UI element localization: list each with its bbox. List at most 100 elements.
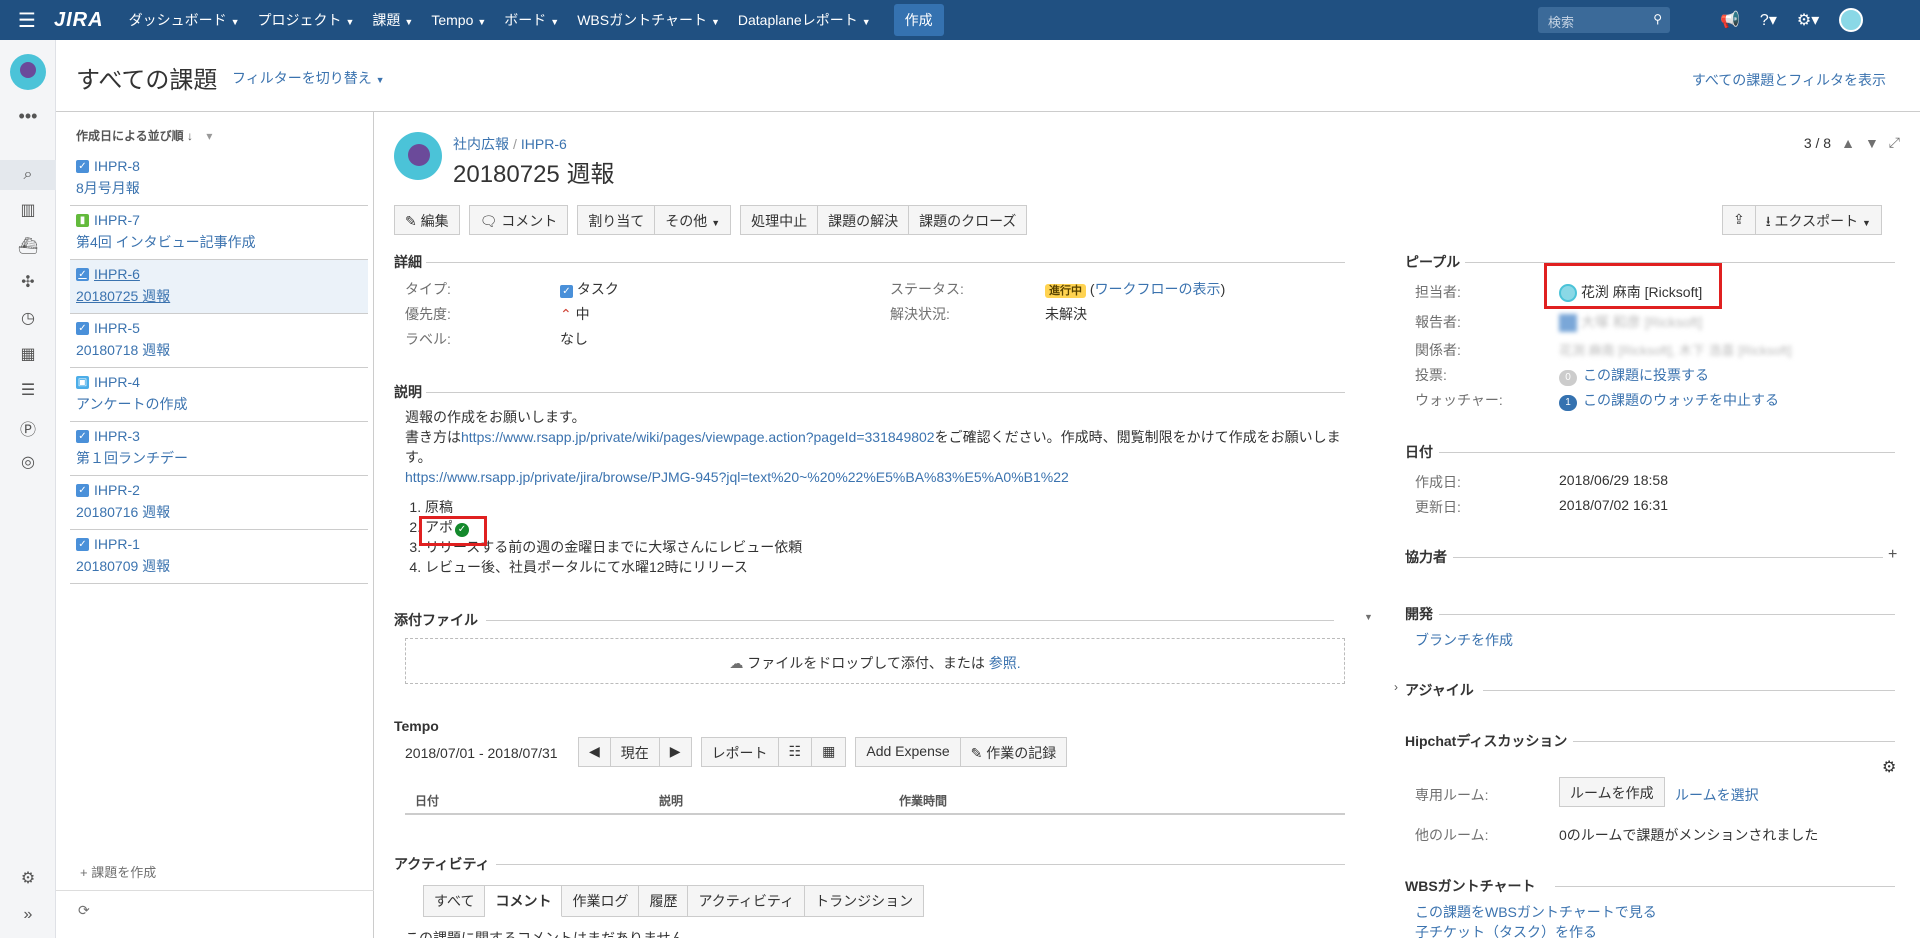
vote-link[interactable]: この課題に投票する [1583, 367, 1709, 383]
issue-title[interactable]: 20180725 週報 [453, 154, 614, 189]
dates-heading[interactable]: 日付 [1405, 442, 1433, 462]
agile-heading[interactable]: アジャイル [1405, 680, 1474, 700]
wiki-link[interactable]: https://www.rsapp.jp/private/wiki/pages/… [461, 429, 935, 445]
tab-comments[interactable]: コメント [485, 885, 563, 917]
development-heading[interactable]: 開発 [1405, 604, 1433, 624]
chevron-down-icon[interactable]: ▾ [206, 129, 212, 143]
menu-dashboard[interactable]: ダッシュボード ▼ [120, 10, 249, 30]
list-item[interactable]: ▮ IHPR-7 第4回 インタビュー記事作成 [70, 206, 368, 260]
wbs-view-link[interactable]: この課題をWBSガントチャートで見る [1415, 902, 1657, 922]
description-heading[interactable]: 説明 [394, 382, 422, 402]
collaborators-heading[interactable]: 協力者 [1405, 547, 1447, 567]
list-item[interactable]: ✓ IHPR-8 8月号月報 [70, 152, 368, 206]
next-issue-icon[interactable]: ▼ [1865, 135, 1879, 151]
settings-ring-icon[interactable]: ◎ [0, 452, 56, 472]
create-room-button[interactable]: ルームを作成 [1559, 777, 1665, 807]
description-body[interactable]: 週報の作成をお願いします。 書き方はhttps://www.rsapp.jp/p… [405, 407, 1345, 577]
file-dropzone[interactable]: ☁ ファイルをドロップして添付、または 参照. [405, 638, 1345, 684]
switch-filter-link[interactable]: フィルターを切り替え ▼ [232, 68, 385, 88]
menu-dataplane[interactable]: Dataplaneレポート ▼ [729, 10, 880, 30]
tab-all[interactable]: すべて [423, 885, 486, 917]
list-item-selected[interactable]: ✓ IHPR-6 20180725 週報 [70, 260, 368, 314]
menu-wbs-gantt[interactable]: WBSガントチャート ▼ [568, 10, 729, 30]
details-heading[interactable]: 詳細 [394, 252, 422, 272]
stop-progress-button[interactable]: 処理中止 [740, 205, 819, 235]
megaphone-icon[interactable]: 📢 [1720, 10, 1740, 30]
user-avatar[interactable] [1839, 8, 1864, 32]
wbs-create-subtask-link[interactable]: 子チケット（タスク）を作る [1415, 922, 1597, 938]
jira-logo[interactable]: JIRA [54, 9, 104, 32]
list-item[interactable]: ✓ IHPR-5 20180718 週報 [70, 314, 368, 368]
current-period-button[interactable]: 現在 [610, 737, 660, 767]
chevron-down-icon[interactable]: ▼ [1364, 612, 1373, 622]
components-icon[interactable]: ✣ [0, 272, 56, 292]
log-work-button[interactable]: ✎ 作業の記録 [960, 737, 1068, 767]
grid-view-button[interactable]: ▦ [812, 737, 847, 767]
sort-order-button[interactable]: 作成日による並び順 ↓ ▾ [76, 127, 212, 144]
create-issue-link[interactable]: + 課題を作成 [80, 862, 156, 881]
expand-sidebar-icon[interactable]: » [0, 906, 56, 924]
search-issues-icon[interactable]: ⌕ [0, 160, 56, 190]
list-item[interactable]: ✓ IHPR-1 20180709 週報 [70, 530, 368, 584]
more-button[interactable]: その他 ▼ [655, 205, 732, 235]
breadcrumb-issue-key[interactable]: IHPR-6 [521, 136, 567, 152]
table-icon[interactable]: ▦ [0, 344, 56, 364]
create-button[interactable]: 作成 [893, 4, 944, 36]
report-button[interactable]: レポート [700, 737, 779, 767]
list-icon[interactable]: ☰ [0, 380, 56, 400]
expand-icon[interactable]: ⤢ [1889, 134, 1900, 151]
hipchat-heading[interactable]: Hipchatディスカッション [1405, 731, 1567, 751]
search-input[interactable]: 検索 ⚲ [1538, 7, 1670, 33]
all-issues-filters-link[interactable]: すべての課題とフィルタを表示 [1692, 70, 1886, 90]
stop-watching-link[interactable]: この課題のウォッチを中止する [1583, 392, 1779, 408]
next-period-button[interactable]: ▶ [659, 737, 692, 767]
gear-icon[interactable]: ⚙▾ [1797, 10, 1819, 30]
gear-icon[interactable]: ⚙ [0, 868, 56, 888]
tab-activity[interactable]: アクティビティ [688, 885, 806, 917]
browse-link[interactable]: 参照. [989, 655, 1021, 671]
list-item[interactable]: ✓ IHPR-2 20180716 週報 [70, 476, 368, 530]
add-expense-button[interactable]: Add Expense [855, 737, 961, 767]
menu-boards[interactable]: ボード ▼ [495, 10, 568, 30]
previous-issue-icon[interactable]: ▲ [1841, 135, 1855, 151]
tab-history[interactable]: 履歴 [639, 885, 689, 917]
releases-icon[interactable]: ⛴ [0, 236, 56, 256]
labels-value[interactable]: なし [560, 329, 588, 349]
share-button[interactable]: ⇪ [1722, 205, 1756, 235]
refresh-icon[interactable]: ⟳ [78, 902, 90, 919]
export-button[interactable]: ⭳ エクスポート ▼ [1755, 205, 1882, 235]
menu-tempo[interactable]: Tempo ▼ [422, 12, 495, 28]
tab-transitions[interactable]: トランジション [805, 885, 925, 917]
add-collaborator-icon[interactable]: + [1888, 546, 1897, 564]
tempo-heading[interactable]: Tempo [394, 718, 439, 734]
comment-button[interactable]: 🗨 コメント [468, 205, 569, 235]
gear-icon[interactable]: ⚙ [1882, 757, 1896, 777]
activity-heading[interactable]: アクティビティ [394, 854, 490, 874]
pages-icon[interactable]: Ⓟ [0, 416, 56, 440]
attachments-heading[interactable]: 添付ファイル [394, 610, 478, 630]
project-avatar[interactable] [10, 54, 46, 90]
list-item[interactable]: ▣ IHPR-4 アンケートの作成 [70, 368, 368, 422]
wbs-heading[interactable]: WBSガントチャート [1405, 876, 1536, 896]
reporter-value[interactable]: 大塚 和彦 [Ricksoft] [1559, 312, 1702, 333]
menu-projects[interactable]: プロジェクト ▼ [249, 10, 364, 30]
chevron-right-icon[interactable]: › [1394, 680, 1398, 694]
select-room-link[interactable]: ルームを選択 [1675, 785, 1759, 805]
close-issue-button[interactable]: 課題のクローズ [909, 205, 1028, 235]
assign-button[interactable]: 割り当て [577, 205, 656, 235]
workflow-link[interactable]: ワークフローの表示 [1095, 281, 1221, 297]
list-item[interactable]: ✓ IHPR-3 第１回ランチデー [70, 422, 368, 476]
clock-icon[interactable]: ◷ [0, 308, 56, 328]
more-icon[interactable]: ••• [0, 106, 56, 127]
help-icon[interactable]: ?▾ [1760, 10, 1777, 30]
reports-icon[interactable]: ▥ [0, 200, 56, 220]
people-heading[interactable]: ピープル [1405, 252, 1460, 272]
menu-issues[interactable]: 課題 ▼ [363, 10, 422, 30]
jira-search-link[interactable]: https://www.rsapp.jp/private/jira/browse… [405, 467, 1345, 487]
list-view-button[interactable]: ☷ [778, 737, 813, 767]
project-avatar[interactable] [394, 132, 442, 180]
breadcrumb-project[interactable]: 社内広報 [453, 136, 509, 152]
edit-button[interactable]: ✎ 編集 [394, 205, 460, 235]
menu-icon[interactable]: ☰ [0, 8, 54, 33]
resolve-issue-button[interactable]: 課題の解決 [818, 205, 910, 235]
